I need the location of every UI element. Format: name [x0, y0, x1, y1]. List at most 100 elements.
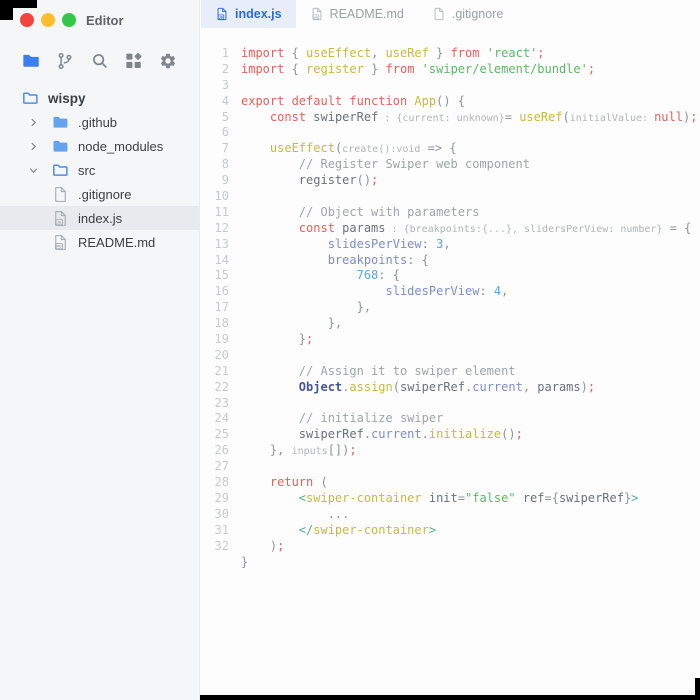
- line-number: 5: [221, 109, 229, 124]
- code-line[interactable]: 31 </swiper-container>: [201, 523, 700, 539]
- chevron-right-icon[interactable]: [28, 138, 52, 154]
- file-md-icon: MD: [52, 234, 69, 251]
- search-icon[interactable]: [90, 51, 110, 71]
- code-line[interactable]: 21 // Assign it to swiper element: [201, 364, 700, 380]
- code-line[interactable]: 18 },: [201, 316, 700, 332]
- code-line[interactable]: 22 Object.assign(swiperRef.current, para…: [201, 380, 700, 396]
- tree-item--gitignore[interactable]: .gitignore: [0, 182, 199, 206]
- folder-open-outline-icon: [22, 90, 39, 107]
- code-line[interactable]: 13 slidesPerView: 3,: [201, 237, 700, 253]
- line-number: 28: [214, 475, 229, 490]
- code-token: = {: [662, 220, 692, 235]
- code-line[interactable]: 10: [201, 189, 700, 205]
- code-line[interactable]: 12 const params : {breakpoints:{...}, sl…: [201, 221, 700, 237]
- tree-item-label: src: [78, 162, 96, 178]
- maximize-window-button[interactable]: [62, 13, 76, 27]
- code-line[interactable]: 7 useEffect(create():void => {: [201, 141, 700, 157]
- code-line[interactable]: 16 slidesPerView: 4,: [201, 284, 700, 300]
- sidebar: Editor wispy .github node_modules src .gitig…: [0, 0, 200, 700]
- tab-label: README.md: [329, 7, 404, 21]
- code-line[interactable]: 23: [201, 396, 700, 412]
- code-line[interactable]: 27: [201, 459, 700, 475]
- code-token: :: [421, 236, 437, 251]
- code-token: // initialize swiper: [241, 411, 444, 426]
- code-token: ref: [522, 490, 545, 505]
- code-line[interactable]: 2 import { register } from 'swiper/elemen…: [201, 62, 700, 78]
- git-branch-icon[interactable]: [55, 51, 75, 71]
- code-line[interactable]: 30 ...: [201, 507, 700, 523]
- code-line-content: swiperRef.current.initialize();: [241, 427, 523, 443]
- tab-readme-md[interactable]: MD README.md: [296, 0, 418, 28]
- line-number: 3: [221, 77, 229, 92]
- code-line[interactable]: 17 },: [201, 300, 700, 316]
- code-token: swiperRef: [298, 427, 364, 442]
- minimize-window-button[interactable]: [41, 13, 55, 27]
- inlay-hint: create():void: [342, 144, 421, 156]
- gear-icon[interactable]: [158, 51, 178, 71]
- tree-item-index-js[interactable]: JS index.js: [0, 206, 199, 230]
- line-number: 25: [214, 427, 229, 442]
- code-token: swiperRef: [313, 109, 379, 124]
- line-number: 27: [214, 459, 229, 474]
- code-token: ;: [690, 109, 698, 124]
- close-window-button[interactable]: [20, 13, 34, 27]
- code-line[interactable]: 20: [201, 348, 700, 364]
- code-token: .: [363, 427, 372, 442]
- code-line-content: // initialize swiper: [241, 411, 444, 427]
- chevron-right-icon[interactable]: [28, 114, 52, 130]
- code-line[interactable]: 15 768: {: [201, 268, 700, 284]
- tab-bar: JS index.js MD README.md .gitignore: [201, 0, 700, 28]
- code-line[interactable]: 11 // Object with parameters: [201, 205, 700, 221]
- code-line[interactable]: 1 import { useEffect, useRef } from 'reac…: [201, 46, 700, 62]
- tab--gitignore[interactable]: .gitignore: [418, 0, 517, 28]
- code-token: </: [298, 522, 314, 537]
- code-token: slidesPerView: [327, 236, 422, 251]
- code-line[interactable]: 4 export default function App() {: [201, 94, 700, 110]
- code-line[interactable]: 24 // initialize swiper: [201, 411, 700, 427]
- tree-item-node-modules[interactable]: node_modules: [0, 134, 199, 158]
- code-line[interactable]: 9 register();: [201, 173, 700, 189]
- extensions-icon[interactable]: [124, 51, 144, 71]
- tab-index-js[interactable]: JS index.js: [201, 0, 296, 28]
- code-token: init: [428, 490, 458, 505]
- code-token: },: [241, 316, 343, 331]
- tree-item-label: README.md: [78, 234, 156, 250]
- code-line[interactable]: 28 return (: [201, 475, 700, 491]
- line-number: 23: [214, 395, 229, 410]
- tree-item-src[interactable]: src: [0, 158, 199, 182]
- tree-item-readme-md[interactable]: MD README.md: [0, 230, 199, 254]
- code-token: // Assign it to swiper element: [241, 363, 516, 378]
- line-number: 24: [214, 411, 229, 426]
- code-line[interactable]: 3: [201, 78, 700, 94]
- code-line[interactable]: 19 };: [201, 332, 700, 348]
- code-line[interactable]: 14 breakpoints: {: [201, 253, 700, 269]
- tab-label: .gitignore: [451, 7, 504, 21]
- editor-window: Editor wispy .github node_modules src .gitig…: [0, 0, 700, 700]
- screenshot-artifact-top-left: [0, 0, 13, 20]
- code-line-content: register();: [241, 173, 378, 189]
- code-token: =: [457, 490, 465, 505]
- folder-icon[interactable]: [21, 51, 41, 71]
- code-line[interactable]: 32 );: [201, 539, 700, 555]
- tree-item--github[interactable]: .github: [0, 110, 199, 134]
- inlay-hint: : {breakpoints:{...}, slidersPerView: nu…: [385, 223, 663, 235]
- code-token: "false": [465, 490, 516, 505]
- code-editor[interactable]: 1 import { useEffect, useRef } from 'reac…: [201, 28, 700, 570]
- code-line[interactable]: 5 const swiperRef : {current: unknown}= …: [201, 110, 700, 126]
- code-line[interactable]: 26 }, inputs[]);: [201, 443, 700, 459]
- code-line[interactable]: 29 <swiper-container init="false" ref={s…: [201, 491, 700, 507]
- code-line[interactable]: 8 // Register Swiper web component: [201, 157, 700, 173]
- tree-item-wispy[interactable]: wispy: [0, 86, 199, 110]
- code-line[interactable]: 6: [201, 125, 700, 141]
- tree-item-label: index.js: [78, 210, 123, 226]
- chevron-down-icon[interactable]: [28, 162, 52, 178]
- code-line[interactable]: }: [201, 555, 700, 571]
- code-line[interactable]: 25 swiperRef.current.initialize();: [201, 427, 700, 443]
- code-token: >: [428, 522, 437, 537]
- code-token: slidesPerView: [385, 284, 480, 299]
- code-token: swiperRef: [558, 490, 624, 505]
